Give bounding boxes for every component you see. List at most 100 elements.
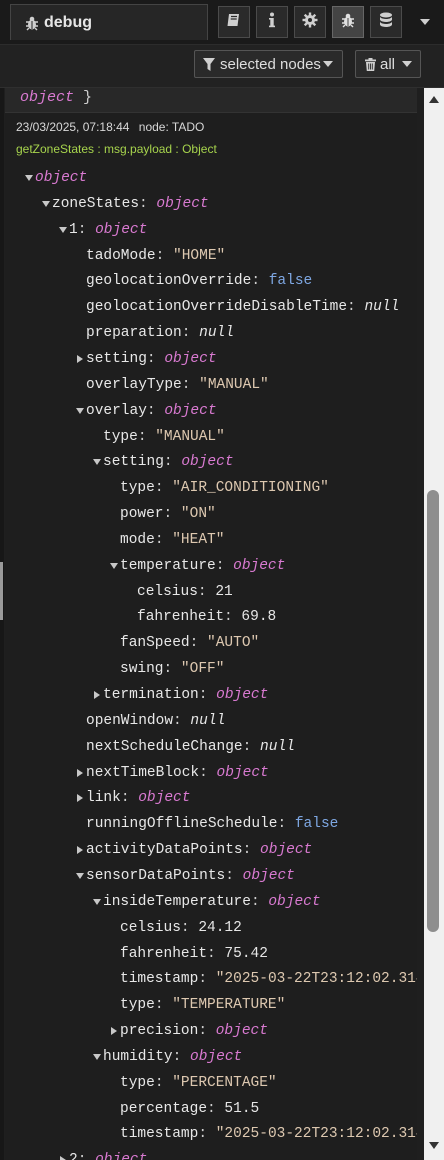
collapse-caret-icon[interactable]	[77, 794, 83, 803]
tree-value: 75.42	[224, 945, 268, 962]
tree-value: 21	[215, 583, 233, 600]
tree-row[interactable]: zoneStates: object	[40, 192, 413, 216]
scroll-down-arrow-icon[interactable]	[429, 1142, 439, 1149]
collapse-caret-icon[interactable]	[111, 1027, 117, 1036]
tree-value: object	[268, 893, 321, 910]
resize-handle[interactable]	[0, 562, 3, 620]
tree-value: "MANUAL"	[155, 428, 225, 445]
scrollbar-thumb[interactable]	[427, 490, 439, 932]
tree-colon: :	[224, 609, 242, 626]
collapse-caret-icon[interactable]	[94, 691, 100, 699]
collapse-caret-icon[interactable]	[77, 354, 83, 363]
caret-down-icon	[402, 61, 412, 67]
previous-message: object }	[5, 88, 417, 113]
tree-value: "2025-03-22T23:12:02.314Z"	[215, 971, 417, 988]
tree-value: null	[190, 712, 226, 729]
collapse-caret-icon[interactable]	[60, 1156, 66, 1160]
book-icon	[226, 13, 242, 32]
tree-value: object	[190, 1048, 243, 1065]
tree-colon: :	[154, 531, 173, 548]
tree-colon: :	[242, 738, 261, 755]
tree-row[interactable]: sensorDataPoints: object	[74, 864, 413, 888]
tree-row[interactable]: insideTemperature: object	[91, 890, 413, 914]
tree-key: overlay	[86, 402, 147, 419]
scroll-up-arrow-icon[interactable]	[429, 96, 439, 103]
tree-key: timestamp	[120, 1126, 199, 1143]
tree-row: fahrenheit: 69.8	[125, 605, 413, 629]
tree-value: object	[233, 557, 286, 574]
tree-key: geolocationOverride	[86, 273, 252, 290]
message-node[interactable]: node: TADO	[139, 120, 205, 134]
tree-row[interactable]: link: object	[74, 786, 413, 810]
tree-row[interactable]: 2: object	[57, 1148, 413, 1160]
tree-key: type	[120, 997, 155, 1014]
tree-key: geolocationOverrideDisableTime	[86, 299, 348, 316]
tree-row[interactable]: setting: object	[91, 450, 413, 474]
expand-caret-icon[interactable]	[110, 562, 118, 569]
expand-caret-icon[interactable]	[25, 175, 33, 181]
tree-row[interactable]: temperature: object	[108, 554, 413, 578]
tree-colon: :	[198, 1023, 216, 1040]
tree-row[interactable]: precision: object	[108, 1019, 413, 1043]
tree-key: mode	[120, 531, 155, 548]
debug-button[interactable]	[332, 6, 364, 38]
tree-row: type: "TEMPERATURE"	[108, 993, 413, 1017]
tree-colon: :	[154, 480, 173, 497]
tree-colon: :	[155, 247, 174, 264]
expand-caret-icon[interactable]	[93, 1053, 101, 1060]
expand-caret-icon[interactable]	[42, 200, 50, 207]
tree-key: temperature	[120, 557, 216, 574]
tree-key: termination	[103, 687, 199, 703]
tree-value: object	[95, 221, 148, 238]
clear-label: all	[380, 55, 396, 73]
sidebar-menu-button[interactable]	[413, 10, 437, 34]
tree-colon: :	[199, 764, 217, 781]
help-button[interactable]	[218, 6, 250, 38]
tree-row[interactable]: activityDataPoints: object	[74, 838, 413, 862]
expand-caret-icon[interactable]	[59, 226, 67, 233]
tree-row[interactable]: 1: object	[57, 218, 413, 242]
filter-icon	[203, 57, 215, 71]
tree-key: type	[103, 428, 138, 445]
message-timestamp: 23/03/2025, 07:18:44	[16, 120, 130, 134]
tree-value: object	[95, 1152, 147, 1160]
expand-caret-icon[interactable]	[76, 407, 84, 414]
tree-key: type	[120, 1074, 155, 1091]
info-button[interactable]	[256, 6, 288, 38]
tree-colon: :	[197, 583, 216, 600]
debug-tab[interactable]: debug	[10, 4, 208, 40]
tree-colon: :	[198, 1126, 216, 1143]
tree-row[interactable]: humidity: object	[91, 1045, 413, 1069]
collapse-caret-icon[interactable]	[77, 768, 83, 777]
tree-colon: :	[120, 790, 139, 807]
tree-row[interactable]: nextTimeBlock: object	[74, 761, 413, 785]
tree-key: swing	[120, 661, 164, 678]
config-button[interactable]	[294, 6, 326, 38]
message-path[interactable]: getZoneStates : msg.payload : Object	[16, 142, 217, 156]
tree-colon: :	[180, 919, 199, 936]
tree-row[interactable]: termination: object	[91, 683, 413, 707]
tree-row[interactable]: setting: object	[74, 347, 413, 371]
tree-row[interactable]: overlay: object	[74, 399, 413, 423]
tree-value: "HOME"	[173, 247, 226, 264]
collapse-caret-icon[interactable]	[77, 846, 83, 855]
tree-key: overlayType	[86, 376, 182, 393]
tree-key: fahrenheit	[120, 945, 208, 962]
expand-caret-icon[interactable]	[76, 872, 84, 879]
tree-value: "PERCENTAGE"	[172, 1074, 277, 1091]
tree-key: fahrenheit	[137, 609, 225, 626]
tree-value: null	[199, 325, 234, 342]
tree-row: type: "AIR_CONDITIONING"	[108, 476, 413, 500]
expand-caret-icon[interactable]	[93, 898, 101, 905]
tree-colon: :	[78, 1152, 95, 1160]
expand-caret-icon[interactable]	[93, 459, 101, 466]
tree-row: swing: "OFF"	[108, 657, 413, 681]
filter-dropdown[interactable]: selected nodes	[194, 50, 343, 78]
tree-row[interactable]: object	[23, 166, 413, 190]
tree-colon: :	[181, 325, 200, 342]
clear-dropdown[interactable]: all	[355, 50, 421, 78]
context-button[interactable]	[370, 6, 402, 38]
tree-key: timestamp	[120, 971, 199, 988]
filter-label: selected nodes	[220, 55, 321, 73]
tree-row: geolocationOverrideDisableTime: null	[74, 295, 413, 319]
